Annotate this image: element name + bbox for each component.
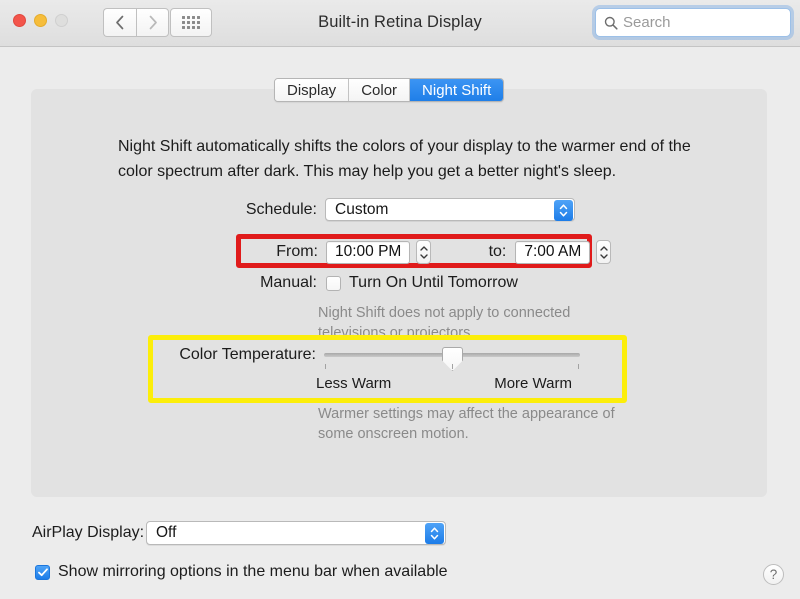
stepper-down-icon — [600, 253, 608, 259]
night-shift-description: Night Shift automatically shifts the col… — [118, 138, 691, 180]
color-temperature-hint-text: Warmer settings may affect the appearanc… — [318, 406, 615, 442]
color-temperature-label: Color Temperature: — [179, 346, 316, 363]
slider-label-more-warm: More Warm — [494, 375, 572, 392]
manual-label: Manual: — [260, 274, 317, 291]
search-input[interactable] — [623, 14, 773, 31]
turn-on-until-tomorrow-label[interactable]: Turn On Until Tomorrow — [349, 274, 518, 292]
airplay-display-select[interactable]: Off — [146, 521, 446, 545]
schedule-row: Schedule: Custom — [231, 198, 575, 221]
manual-row: Manual: Turn On Until Tomorrow — [249, 274, 518, 292]
chevron-up-down-icon — [425, 523, 444, 544]
to-time-field[interactable]: 7:00 AM — [515, 240, 591, 264]
airplay-display-value: Off — [156, 524, 177, 541]
tab-color[interactable]: Color — [349, 79, 411, 101]
window-titlebar: Built-in Retina Display — [0, 0, 800, 47]
slider-end-labels: Less Warm More Warm — [316, 375, 572, 392]
schedule-label: Schedule: — [245, 200, 317, 218]
from-time-field[interactable]: 10:00 PM — [326, 240, 411, 264]
color-temperature-slider[interactable] — [324, 347, 580, 371]
schedule-time-row: From: 10:00 PM to: 7:00 AM — [267, 240, 612, 264]
search-field[interactable] — [595, 8, 791, 37]
slider-tick-left — [325, 364, 326, 369]
manual-hint-text: Night Shift does not apply to connected … — [318, 305, 571, 341]
airplay-display-label: AirPlay Display: — [32, 524, 145, 541]
to-time-stepper[interactable] — [596, 240, 612, 264]
from-time-stepper[interactable] — [416, 240, 432, 264]
to-label: to: — [488, 243, 507, 260]
schedule-value: Custom — [335, 200, 389, 218]
show-mirroring-row: Show mirroring options in the menu bar w… — [26, 563, 448, 581]
slider-tick-center — [452, 364, 453, 369]
color-temperature-row: Color Temperature: — [168, 346, 580, 371]
slider-tick-right — [578, 364, 579, 369]
stepper-down-icon — [420, 253, 428, 259]
preference-tabs: Display Color Night Shift — [274, 78, 505, 102]
show-mirroring-checkbox[interactable] — [35, 564, 50, 580]
search-icon — [604, 16, 618, 30]
chevron-up-down-icon — [554, 200, 573, 221]
stepper-up-icon — [420, 245, 428, 251]
turn-on-until-tomorrow-checkbox[interactable] — [326, 275, 341, 291]
checkmark-icon — [37, 567, 48, 576]
from-label: From: — [276, 243, 318, 260]
show-mirroring-label[interactable]: Show mirroring options in the menu bar w… — [58, 563, 448, 581]
stepper-up-icon — [600, 245, 608, 251]
tab-night-shift[interactable]: Night Shift — [410, 79, 504, 101]
schedule-select[interactable]: Custom — [325, 198, 575, 221]
slider-label-less-warm: Less Warm — [316, 375, 392, 392]
tab-display[interactable]: Display — [275, 79, 350, 101]
help-button[interactable]: ? — [763, 564, 784, 585]
airplay-display-row: AirPlay Display: Off — [32, 521, 446, 545]
